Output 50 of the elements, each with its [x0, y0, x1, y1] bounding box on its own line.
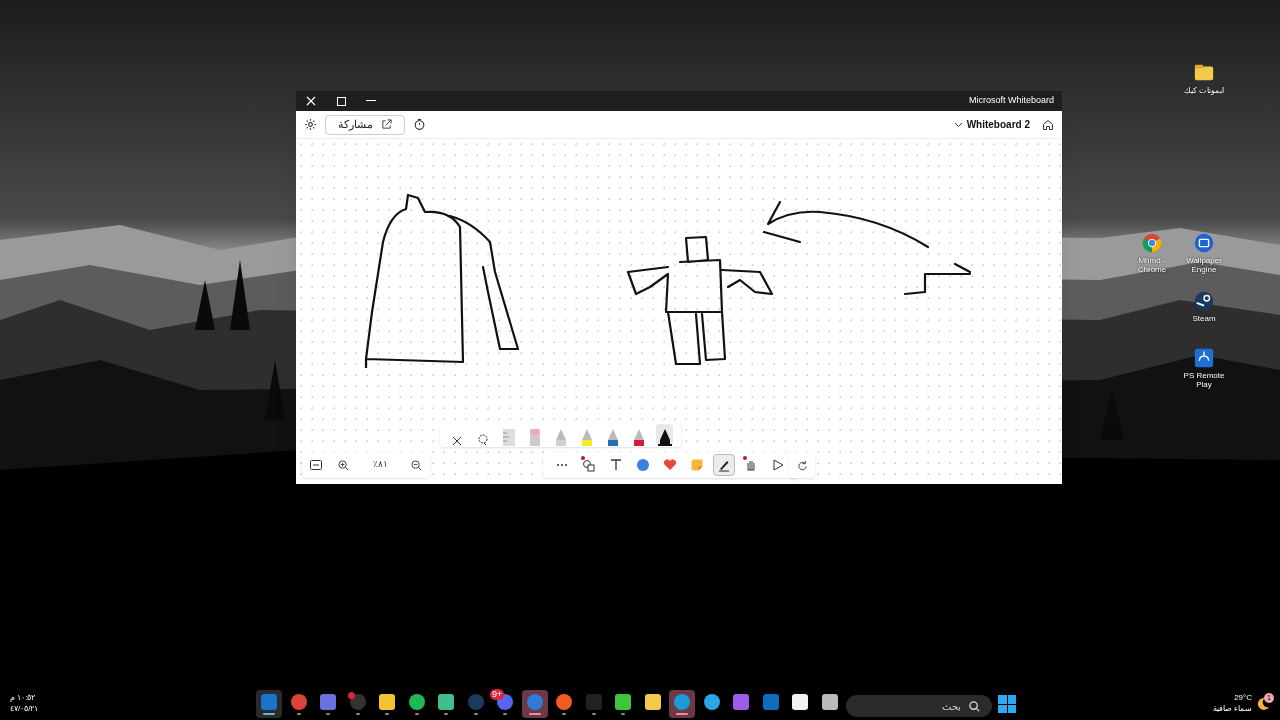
pen-icon[interactable] — [656, 423, 673, 446]
fit-screen-icon[interactable] — [310, 460, 322, 470]
app-icon — [319, 693, 337, 711]
sticky-note-icon — [690, 458, 704, 472]
moon-icon — [1256, 697, 1270, 711]
clock-time: ١٠:٥٢ م — [10, 692, 36, 703]
text-icon — [609, 458, 623, 472]
desktop-icon-label[interactable]: Steam — [1192, 314, 1216, 323]
chevron-icon — [953, 121, 963, 128]
pointer-icon — [771, 458, 785, 472]
timer-icon[interactable] — [413, 118, 426, 131]
clock-date: ٤٧/٠٥/٢١ — [10, 703, 39, 714]
search-placeholder: بحث — [942, 699, 961, 714]
app-icon — [525, 693, 544, 711]
comment-icon — [636, 458, 650, 472]
heart-icon — [663, 458, 677, 472]
search-icon — [969, 700, 980, 712]
pen-icon — [717, 458, 731, 472]
share-icon — [381, 119, 392, 130]
shapes-icon — [582, 458, 596, 472]
zoom-out-icon[interactable] — [411, 459, 422, 471]
app-icon — [437, 693, 455, 711]
desktop-icon-label[interactable]: Wallpaper Engine — [1179, 256, 1229, 274]
settings-icon[interactable] — [304, 118, 317, 131]
taskbar-button[interactable]: 9+ — [492, 690, 518, 718]
desktop-icon-label[interactable]: PS Remote Play — [1179, 371, 1229, 389]
redo-button[interactable] — [789, 452, 815, 478]
taskbar-button[interactable] — [256, 690, 282, 718]
redo-icon — [796, 459, 808, 471]
home-icon[interactable] — [1042, 118, 1054, 131]
taskbar-button[interactable] — [521, 690, 548, 718]
zoom-in-icon[interactable] — [338, 459, 349, 471]
app-icon — [614, 693, 632, 711]
desktop-app-icon[interactable] — [1193, 290, 1215, 312]
zoom-level: ٨١٪ — [371, 458, 389, 472]
weather-condition: سماء صافية — [1212, 703, 1252, 714]
desktop-icon-label[interactable]: ايموتات كيك — [1183, 86, 1225, 95]
app-icon — [466, 693, 485, 711]
close-icon[interactable] — [304, 94, 318, 108]
start-button[interactable] — [998, 695, 1016, 713]
weather-temperature: 29°C — [1234, 692, 1252, 703]
app-icon — [732, 693, 750, 711]
notification-badge: 9+ — [490, 689, 505, 700]
window-title: Microsoft Whiteboard — [968, 94, 1054, 108]
search-field[interactable]: بحث — [846, 695, 992, 717]
maximize-icon[interactable] — [334, 94, 348, 108]
board-name-dropdown[interactable]: Whiteboard 2 — [953, 117, 1030, 132]
share-button[interactable]: مشاركة — [325, 114, 405, 135]
tool-button[interactable] — [713, 454, 735, 476]
app-icon — [348, 693, 367, 711]
